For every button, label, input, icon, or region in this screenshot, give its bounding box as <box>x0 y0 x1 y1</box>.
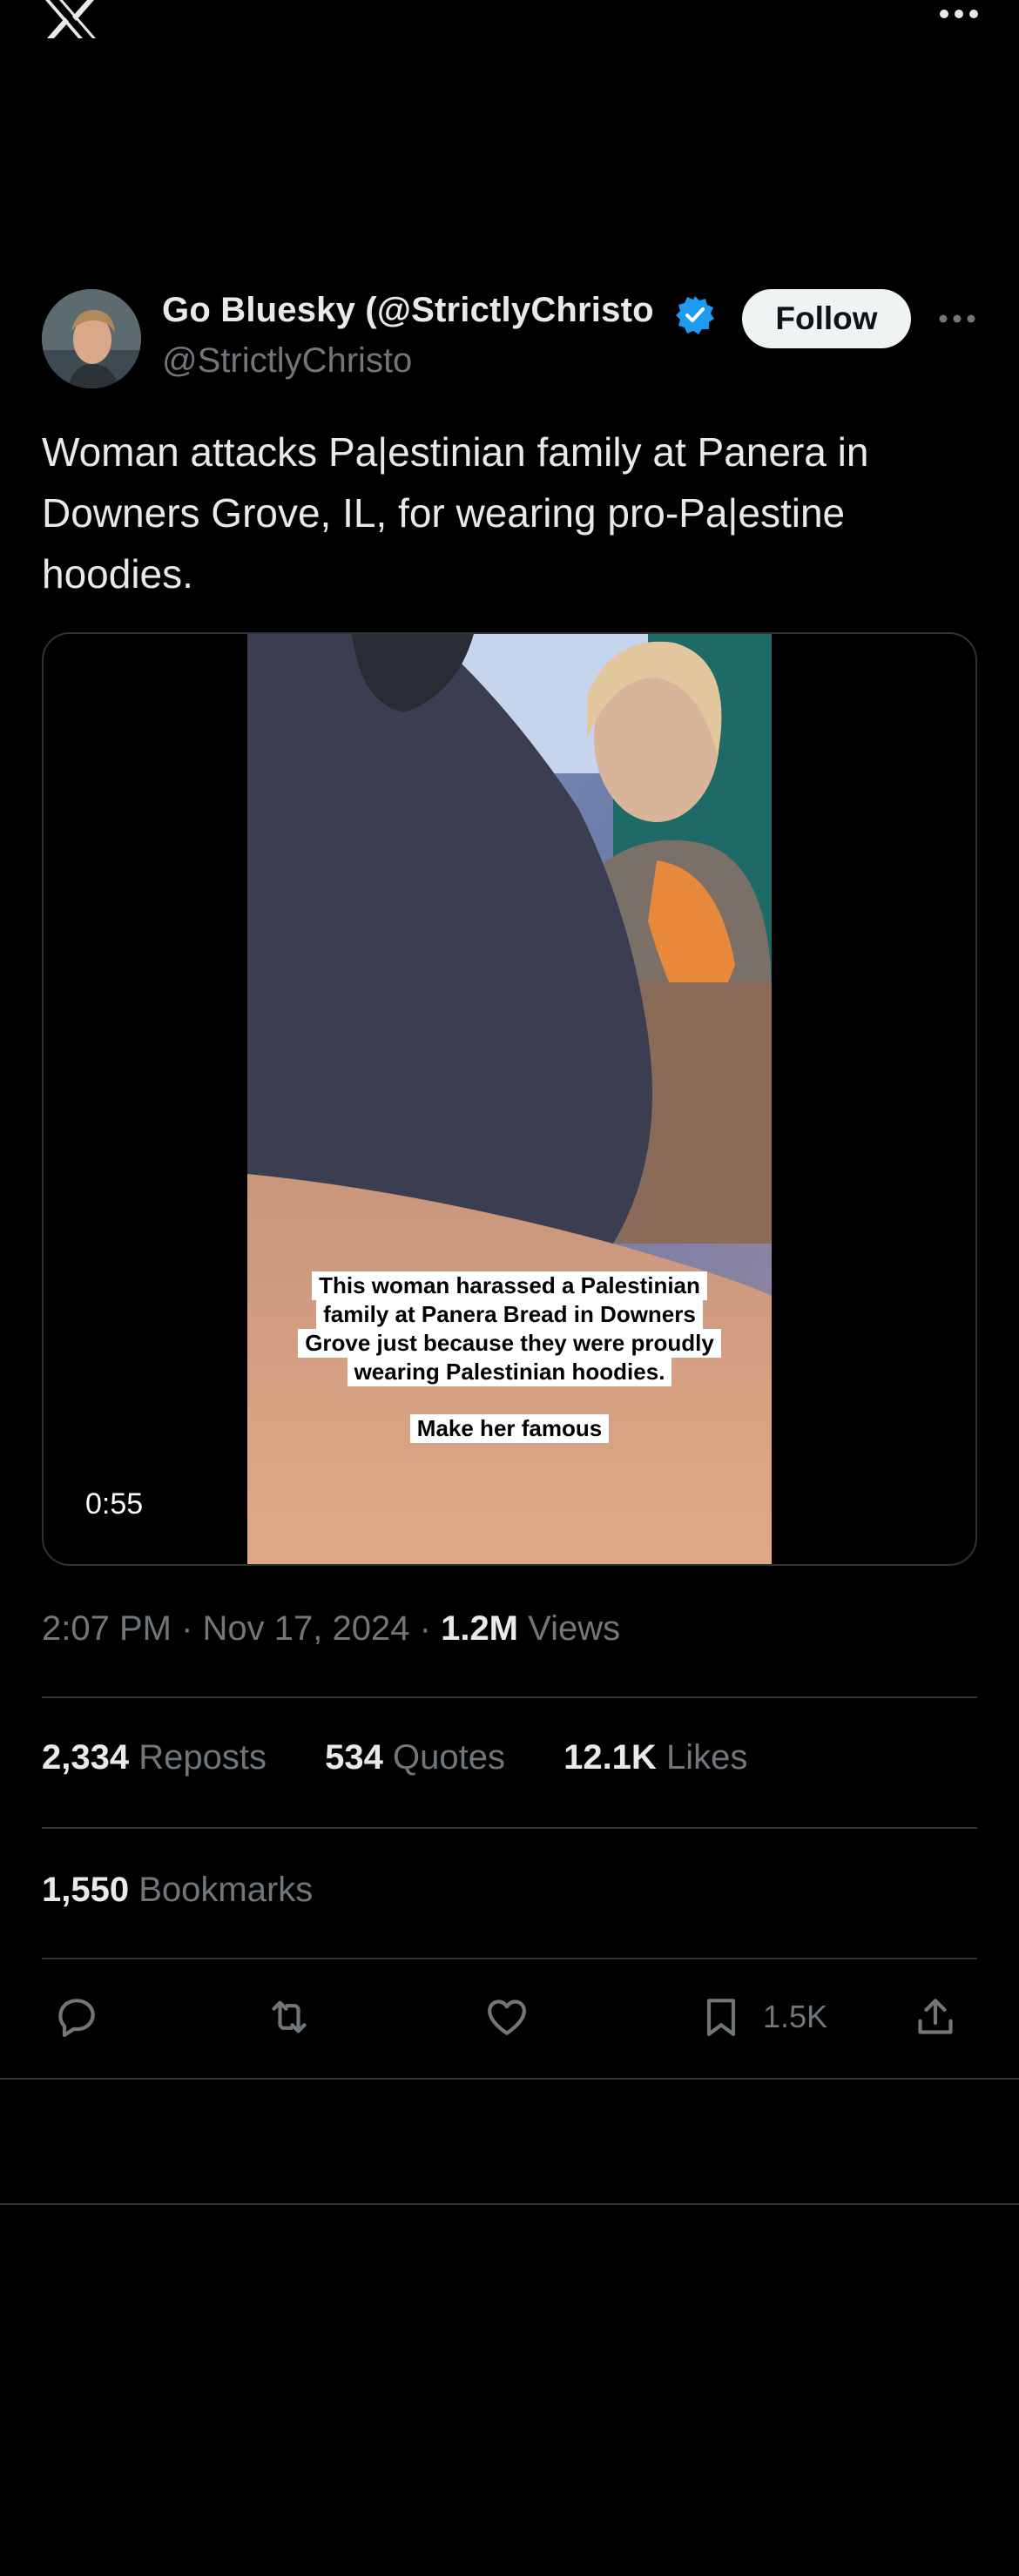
video-caption-sub: Make her famous <box>247 1414 772 1443</box>
bookmarks-stat[interactable]: 1,550 Bookmarks <box>42 1871 313 1910</box>
tweet-time[interactable]: 2:07 PM <box>42 1609 172 1648</box>
divider <box>42 1827 977 1829</box>
divider <box>0 2203 1019 2205</box>
verified-badge-icon <box>676 296 714 334</box>
repost-icon <box>272 2000 307 2033</box>
display-name[interactable]: Go Bluesky (@StrictlyChristo <box>162 291 654 330</box>
quotes-label: Quotes <box>392 1738 505 1777</box>
reposts-stat[interactable]: 2,334 Reposts <box>42 1738 267 1777</box>
likes-label: Likes <box>665 1738 748 1777</box>
reply-button[interactable] <box>52 1986 101 2048</box>
tweet-meta: 2:07 PM · Nov 17, 2024 · 1.2M Views <box>42 1609 620 1649</box>
reply-icon <box>58 1999 95 2038</box>
bookmark-icon <box>706 1999 736 2036</box>
video-player[interactable]: This woman harassed a Palestinian family… <box>42 632 977 1566</box>
caption-sub-line: Make her famous <box>409 1414 610 1443</box>
top-bar <box>0 0 1019 52</box>
likes-count: 12.1K <box>563 1738 657 1777</box>
divider <box>42 1958 977 1959</box>
caption-line: family at Panera Bread in Downers <box>316 1300 703 1329</box>
follow-button[interactable]: Follow <box>742 289 911 348</box>
views-label: Views <box>528 1609 621 1648</box>
video-duration: 0:55 <box>85 1487 144 1521</box>
repost-button[interactable] <box>265 1986 314 2048</box>
user-handle[interactable]: @StrictlyChristo <box>162 341 412 381</box>
views-count: 1.2M <box>441 1609 519 1648</box>
meta-separator: · <box>419 1609 431 1648</box>
more-icon[interactable] <box>937 310 977 327</box>
engagement-stats: 2,334 Reposts 534 Quotes 12.1K Likes <box>42 1738 796 1777</box>
x-logo-icon[interactable] <box>42 0 99 38</box>
caption-line: wearing Palestinian hoodies. <box>347 1358 672 1386</box>
divider <box>42 1696 977 1698</box>
share-icon <box>918 1999 953 2034</box>
share-button[interactable] <box>911 1986 960 2048</box>
bookmarks-label: Bookmarks <box>138 1871 314 1909</box>
reposts-label: Reposts <box>138 1738 267 1777</box>
like-button[interactable] <box>483 1986 531 2048</box>
bookmarks-count: 1,550 <box>42 1871 130 1909</box>
avatar[interactable] <box>42 289 141 388</box>
bookmarks-stats: 1,550 Bookmarks <box>42 1871 361 1910</box>
quotes-count: 534 <box>325 1738 383 1777</box>
bookmark-button[interactable]: 1.5K <box>697 1986 827 2048</box>
video-caption: This woman harassed a Palestinian family… <box>247 1271 772 1386</box>
caption-line: This woman harassed a Palestinian <box>312 1271 707 1300</box>
tweet-date[interactable]: Nov 17, 2024 <box>203 1609 410 1648</box>
meta-separator: · <box>181 1609 193 1648</box>
video-frame[interactable]: This woman harassed a Palestinian family… <box>247 634 772 1564</box>
reposts-count: 2,334 <box>42 1738 130 1777</box>
tweet-text: Woman attacks Pa|estinian family at Pane… <box>42 429 869 597</box>
likes-stat[interactable]: 12.1K Likes <box>563 1738 747 1777</box>
quotes-stat[interactable]: 534 Quotes <box>325 1738 505 1777</box>
bookmark-action-count: 1.5K <box>763 1999 828 2034</box>
heart-icon <box>488 1999 526 2035</box>
divider <box>0 2078 1019 2080</box>
caption-line: Grove just because they were proudly <box>298 1329 721 1358</box>
more-icon[interactable] <box>937 5 981 23</box>
tweet-header: Go Bluesky (@StrictlyChristo @StrictlyCh… <box>42 287 977 390</box>
action-bar: 1.5K <box>42 1986 977 2048</box>
